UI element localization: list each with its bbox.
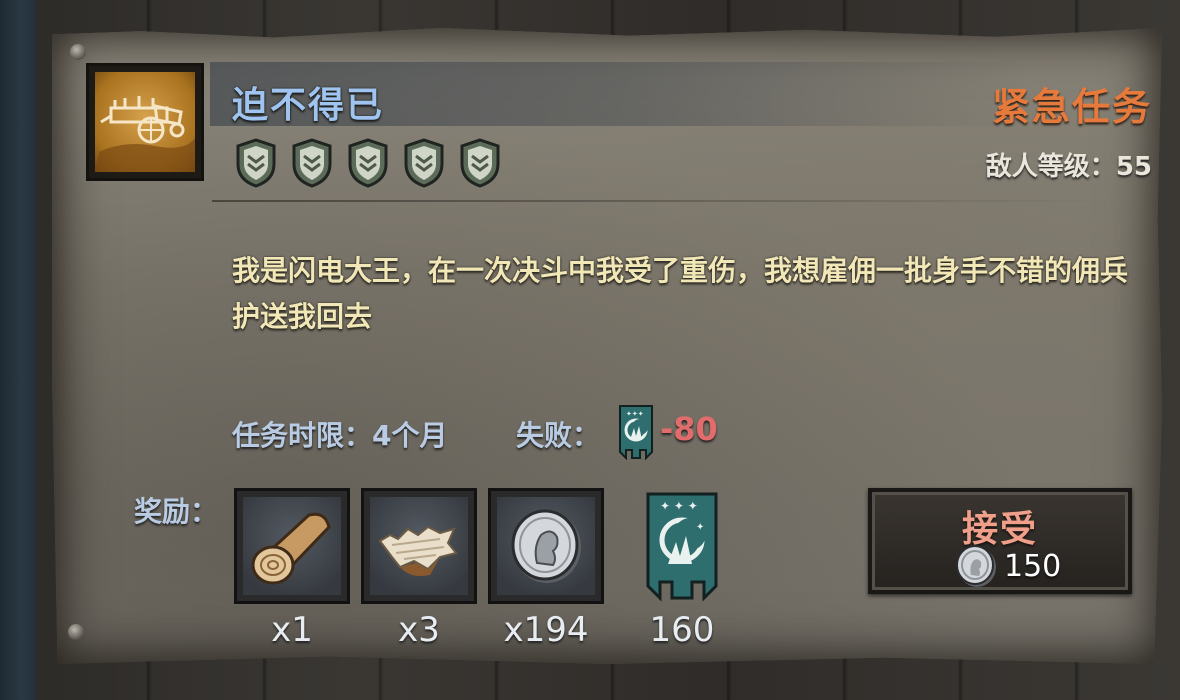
- reward-count-fiber: x3: [398, 610, 440, 650]
- enemy-level-value: 55: [1115, 152, 1152, 182]
- svg-text:✦✦✦: ✦✦✦: [626, 410, 644, 418]
- reward-slot-wood[interactable]: [234, 488, 350, 604]
- reward-slot-fiber[interactable]: [361, 488, 477, 604]
- deadline-label: 任务时限：: [232, 419, 373, 452]
- shield-icon: [346, 138, 390, 188]
- reward-label: 奖励：: [134, 495, 219, 528]
- deadline-value: 4个月: [372, 419, 448, 452]
- accept-button[interactable]: 接受 150: [868, 488, 1132, 594]
- wood-log-icon: [243, 497, 341, 595]
- quest-portrait: [86, 63, 204, 181]
- wood-wall-left: [0, 0, 36, 700]
- quest-description: 我是闪电大王，在一次决斗中我受了重伤，我想雇佣一批身手不错的佣兵护送我回去: [232, 254, 1129, 333]
- quest-title: 迫不得已: [232, 85, 385, 126]
- silver-coin-icon: [956, 545, 996, 587]
- shield-icon: [402, 138, 446, 188]
- fail-label: 失败：: [516, 419, 601, 452]
- svg-text:✦ ✦ ✦: ✦ ✦ ✦: [660, 499, 698, 513]
- nail-icon: [70, 44, 86, 60]
- deadline: 任务时限：4个月: [232, 414, 448, 454]
- reward-count-wood: x1: [271, 610, 313, 650]
- shield-icon: [458, 138, 502, 188]
- faction-banner-icon[interactable]: ✦ ✦ ✦ ✦: [646, 492, 718, 602]
- shield-icon: [234, 138, 278, 188]
- accept-cost: 150: [954, 544, 1061, 588]
- shield-icon: [290, 138, 334, 188]
- nail-icon: [68, 624, 84, 640]
- enemy-level-label: 敌人等级：: [985, 152, 1116, 182]
- svg-text:✦: ✦: [696, 522, 704, 533]
- enemy-level: 敌人等级：55: [986, 146, 1152, 183]
- reward-count-silver: x194: [503, 610, 589, 650]
- quest-type-label: 紧急任务: [991, 85, 1152, 129]
- cart-icon: [95, 72, 195, 172]
- header-divider: [212, 200, 1112, 202]
- difficulty-shields: [234, 138, 502, 188]
- hemp-fiber-icon: [370, 497, 468, 595]
- reward-count-reputation: 160: [649, 610, 715, 650]
- fail-penalty-value: -80: [660, 410, 718, 448]
- reward-slot-silver[interactable]: [488, 488, 604, 604]
- silver-coin-icon: [497, 497, 595, 595]
- accept-cost-value: 150: [1004, 548, 1062, 584]
- faction-banner-icon: ✦✦✦: [618, 404, 654, 461]
